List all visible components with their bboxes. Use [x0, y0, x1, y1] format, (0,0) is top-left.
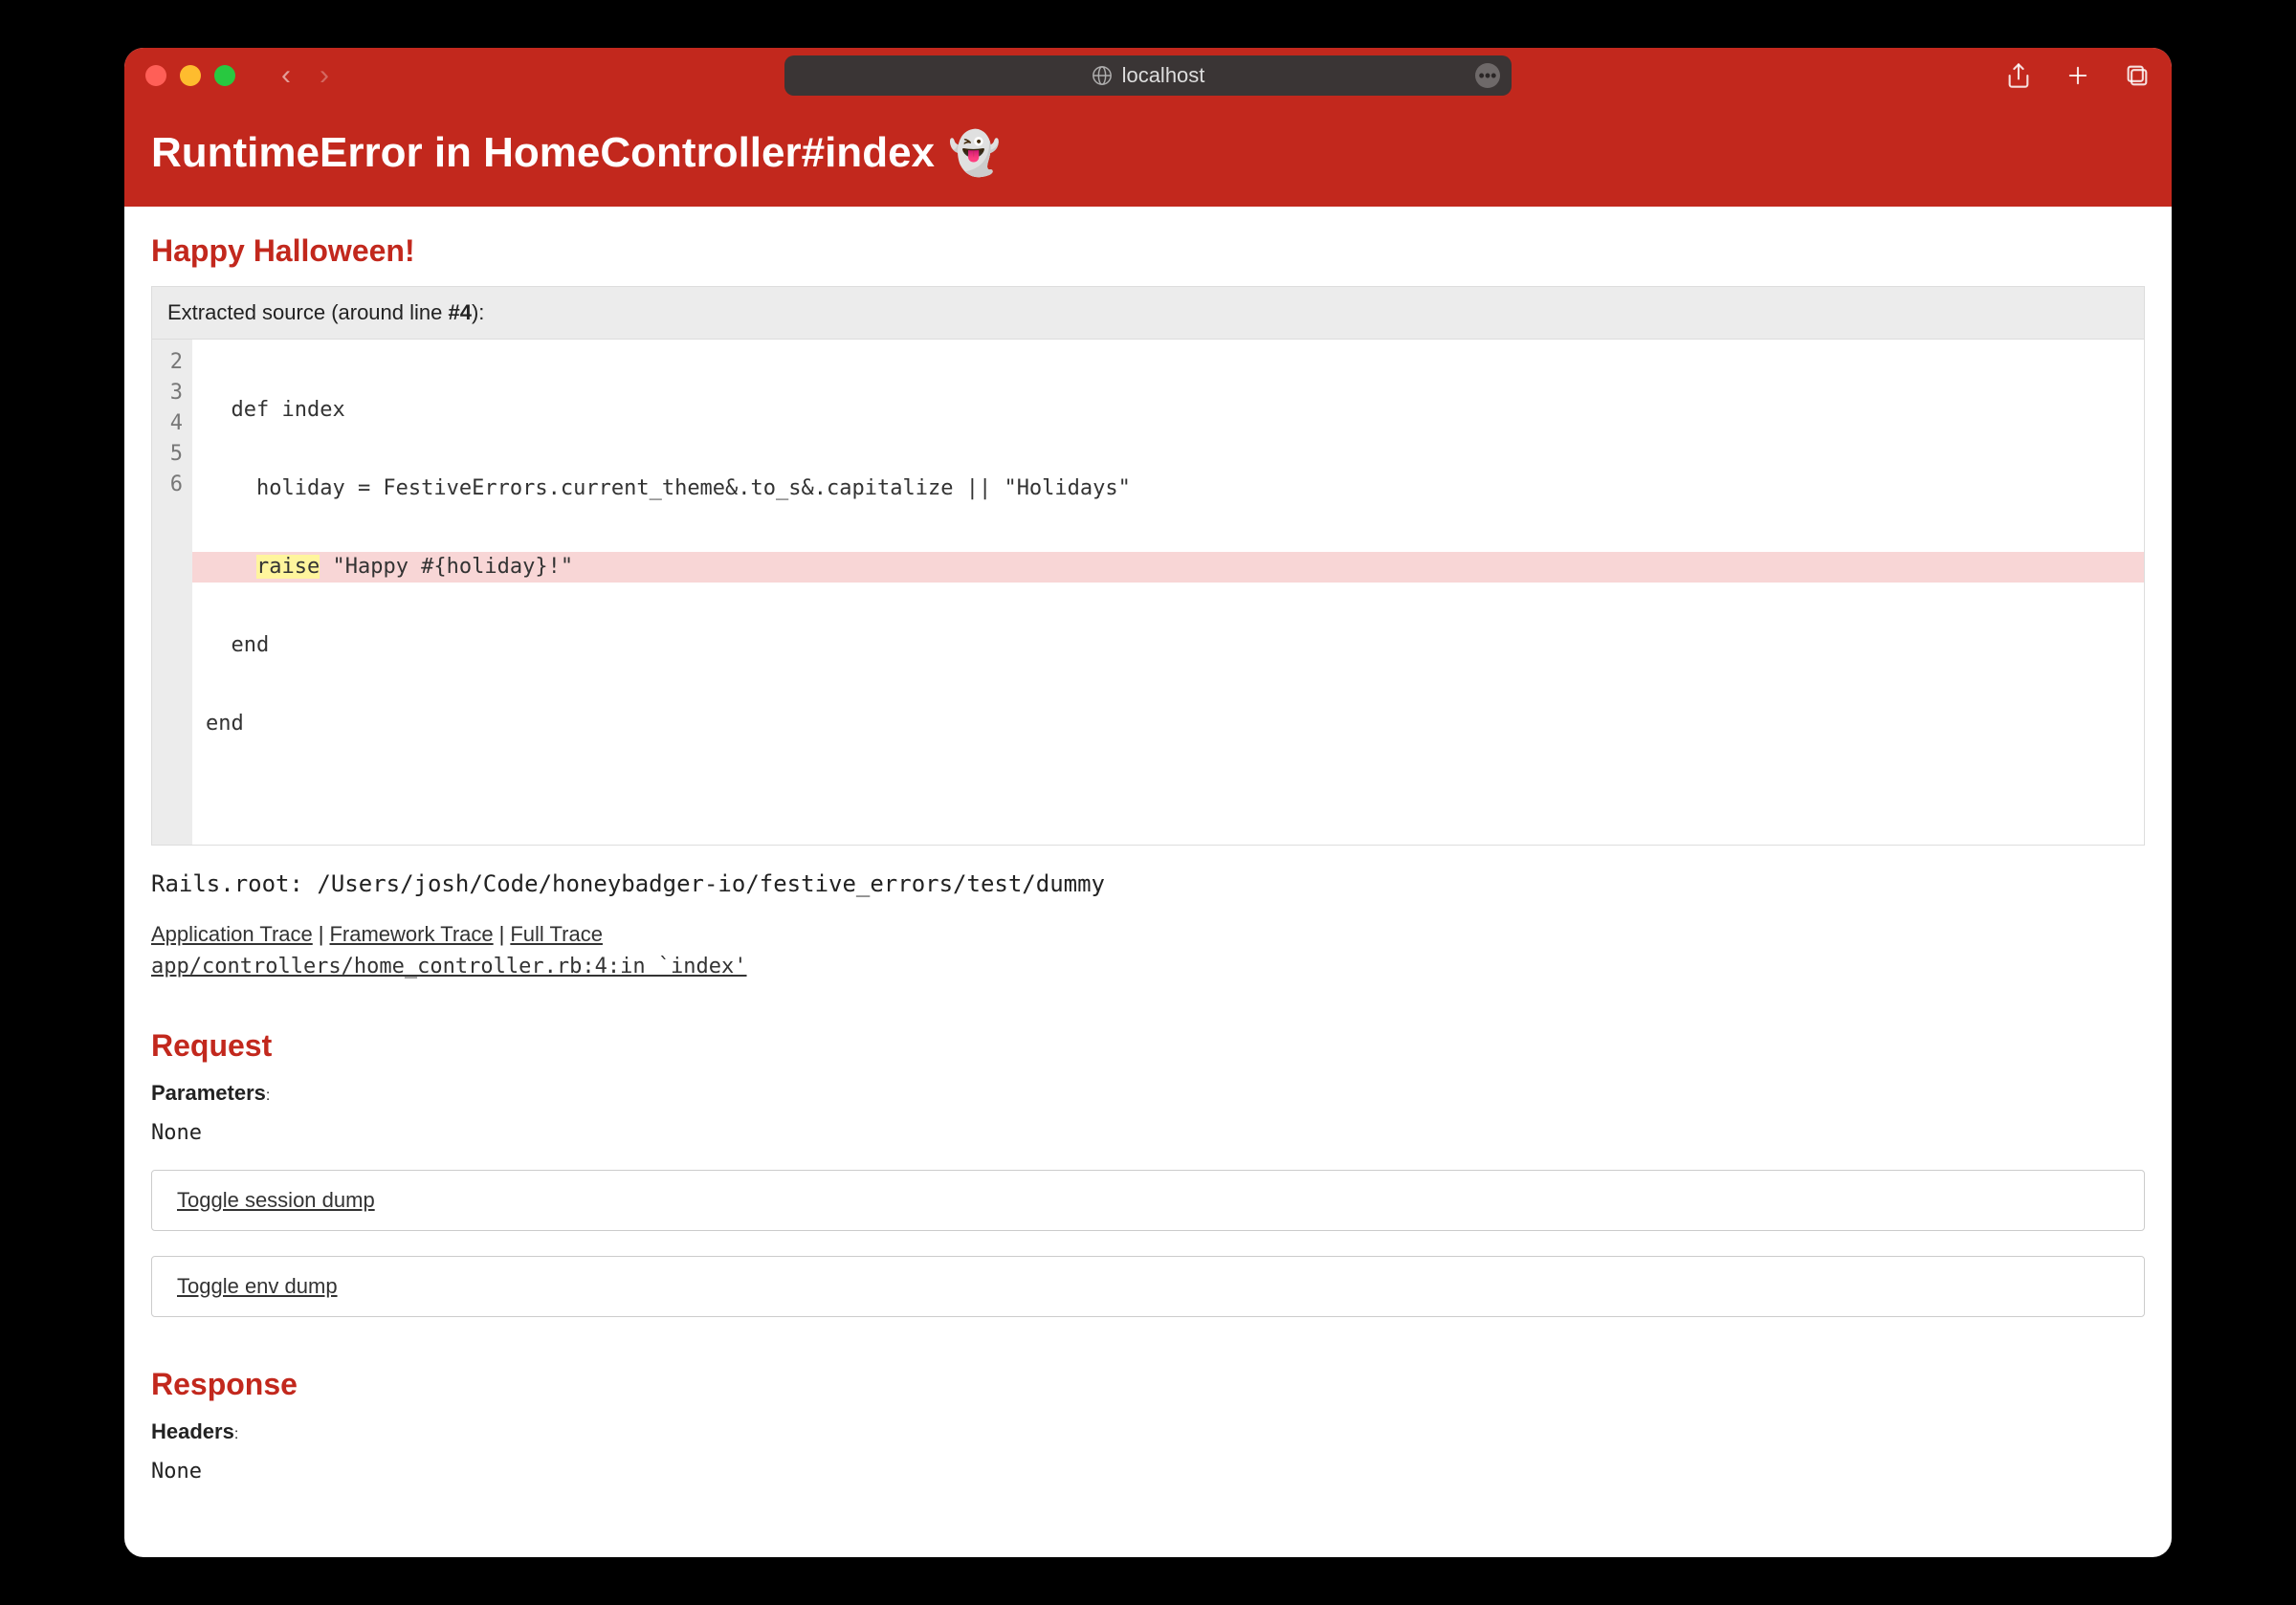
toggle-env-dump-link[interactable]: Toggle env dump — [177, 1274, 338, 1298]
toolbar-right — [2005, 62, 2151, 89]
page-settings-button[interactable]: ••• — [1475, 63, 1500, 88]
nav-arrows: ‹ › — [281, 61, 329, 90]
headers-value: None — [151, 1460, 2145, 1484]
error-message: Happy Halloween! — [151, 233, 2145, 269]
framework-trace-link[interactable]: Framework Trace — [329, 922, 493, 946]
parameters-label: Parameters — [151, 1081, 266, 1105]
trace-file: app/controllers/home_controller.rb:4:in … — [151, 955, 2145, 978]
url-bar[interactable]: localhost ••• — [784, 55, 1512, 96]
ghost-icon: 👻 — [948, 128, 1001, 178]
toggle-env-box: Toggle env dump — [151, 1256, 2145, 1317]
close-window-button[interactable] — [145, 65, 166, 86]
banner-line: #4 — [449, 300, 472, 324]
request-heading: Request — [151, 1028, 2145, 1064]
source-line: def index — [192, 395, 2144, 426]
source-line: holiday = FestiveErrors.current_theme&.t… — [192, 473, 2144, 504]
source-code: def index holiday = FestiveErrors.curren… — [192, 340, 2144, 845]
parameters-value: None — [151, 1121, 2145, 1145]
line-number: 6 — [162, 470, 183, 500]
source-line: end — [192, 709, 2144, 739]
toggle-session-dump-link[interactable]: Toggle session dump — [177, 1188, 375, 1212]
source-line-highlight: raise "Happy #{holiday}!" — [192, 552, 2144, 583]
new-tab-icon[interactable] — [2064, 62, 2091, 89]
globe-icon — [1092, 65, 1113, 86]
rails-root: Rails.root: /Users/josh/Code/honeybadger… — [151, 870, 2145, 897]
response-heading: Response — [151, 1367, 2145, 1402]
browser-window: ‹ › localhost ••• — [124, 48, 2172, 1557]
line-number: 2 — [162, 347, 183, 378]
trace-file-link[interactable]: app/controllers/home_controller.rb:4:in … — [151, 955, 747, 978]
trace-links: Application Trace|Framework Trace|Full T… — [151, 922, 2145, 947]
headers-row: Headers: — [151, 1419, 2145, 1444]
source-box: 2 3 4 5 6 def index holiday = FestiveErr… — [151, 340, 2145, 846]
parameters-row: Parameters: — [151, 1081, 2145, 1106]
tab-overview-icon[interactable] — [2124, 62, 2151, 89]
line-number: 3 — [162, 378, 183, 408]
error-header: RuntimeError in HomeController#index 👻 — [124, 103, 2172, 207]
headers-label: Headers — [151, 1419, 234, 1443]
error-title: RuntimeError in HomeController#index — [151, 129, 935, 177]
line-gutter: 2 3 4 5 6 — [152, 340, 192, 845]
titlebar: ‹ › localhost ••• — [124, 48, 2172, 103]
application-trace-link[interactable]: Application Trace — [151, 922, 313, 946]
minimize-window-button[interactable] — [180, 65, 201, 86]
line-number: 4 — [162, 408, 183, 439]
forward-button[interactable]: › — [320, 61, 329, 90]
source-extract-banner: Extracted source (around line #4): — [151, 286, 2145, 340]
traffic-lights — [145, 65, 235, 86]
share-icon[interactable] — [2005, 62, 2032, 89]
line-number: 5 — [162, 439, 183, 470]
full-trace-link[interactable]: Full Trace — [510, 922, 603, 946]
raise-keyword: raise — [256, 555, 320, 579]
maximize-window-button[interactable] — [214, 65, 235, 86]
banner-suffix: ): — [472, 300, 484, 324]
page-content: Happy Halloween! Extracted source (aroun… — [124, 207, 2172, 1557]
url-host: localhost — [1122, 63, 1205, 88]
banner-prefix: Extracted source (around line — [167, 300, 449, 324]
toggle-session-box: Toggle session dump — [151, 1170, 2145, 1231]
source-line: end — [192, 630, 2144, 661]
back-button[interactable]: ‹ — [281, 61, 291, 90]
